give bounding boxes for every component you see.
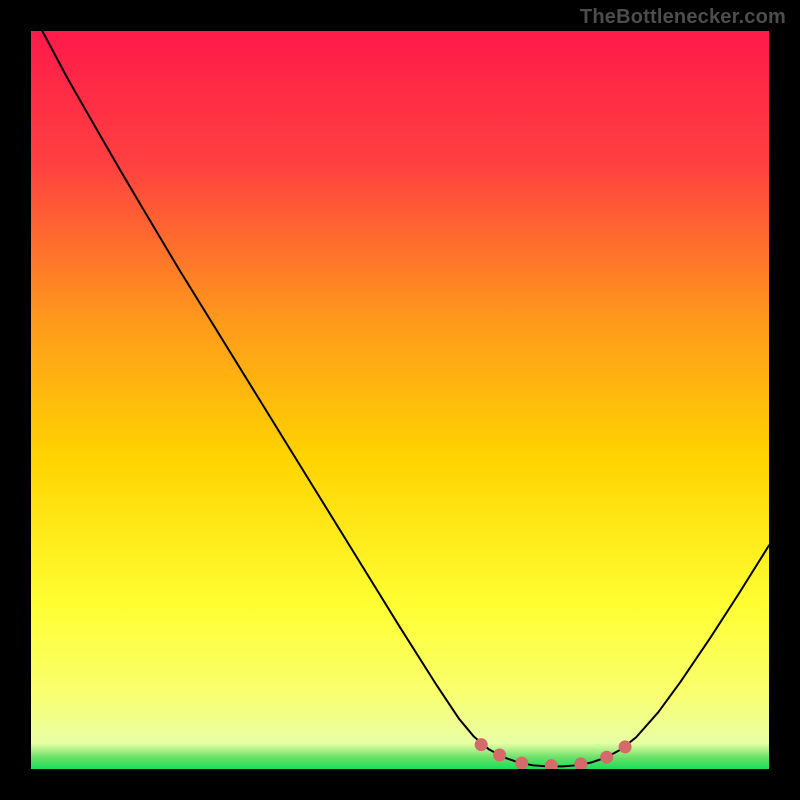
plot-area (31, 31, 769, 769)
attribution-label: TheBottlenecker.com (580, 6, 786, 29)
curve-marker (475, 738, 488, 751)
chart-svg (31, 31, 769, 769)
curve-marker (619, 740, 632, 753)
curve-marker (515, 757, 528, 769)
chart-container: TheBottlenecker.com (0, 0, 800, 800)
gradient-background (31, 31, 769, 769)
curve-marker (493, 748, 506, 761)
curve-marker (600, 751, 613, 764)
